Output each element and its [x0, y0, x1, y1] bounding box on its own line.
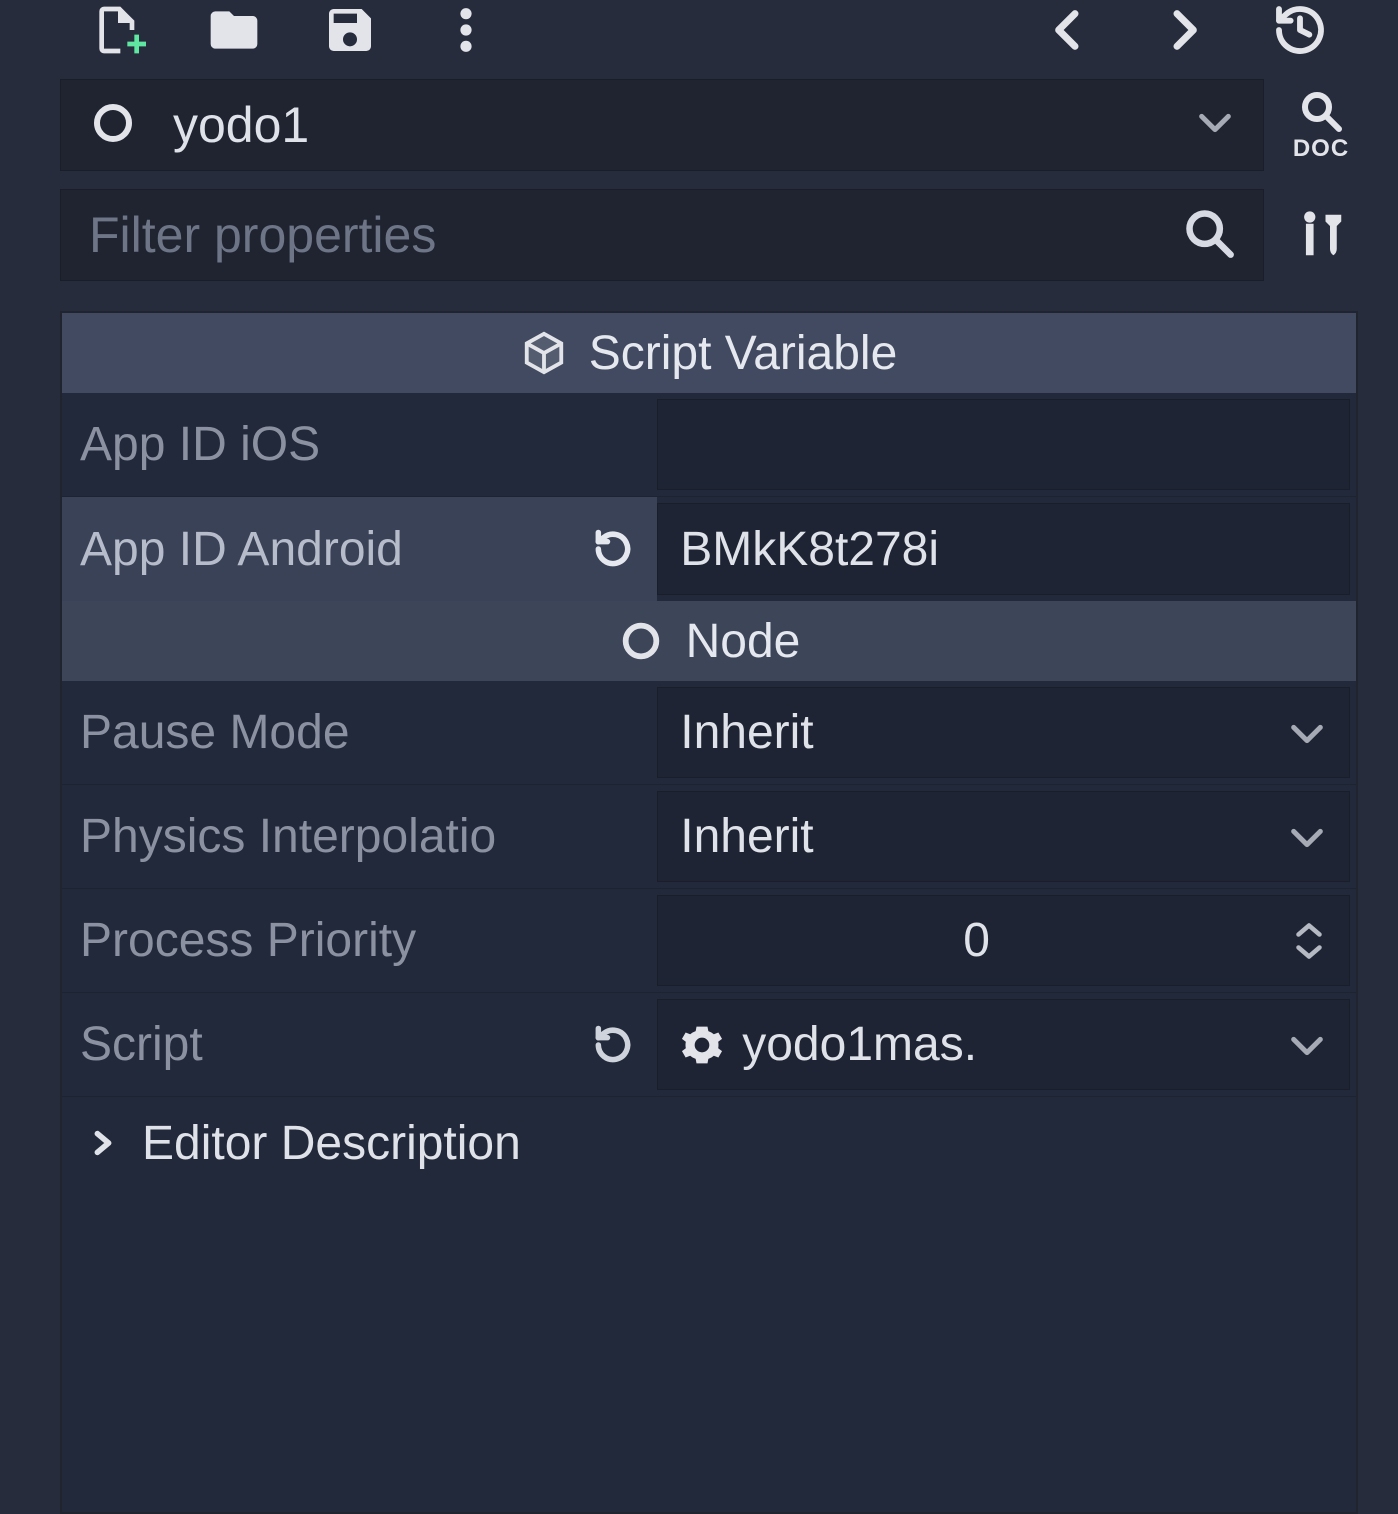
pause-mode-select[interactable]: Inherit: [657, 687, 1350, 778]
history-icon[interactable]: [1272, 2, 1328, 58]
app-id-android-field[interactable]: BMkK8t278i: [657, 503, 1350, 595]
more-icon[interactable]: [438, 2, 494, 58]
search-icon: [1183, 207, 1235, 264]
process-priority-stepper[interactable]: 0: [657, 895, 1350, 986]
node-type-icon: [89, 99, 137, 152]
section-title: Node: [686, 614, 801, 669]
section-node[interactable]: Node: [62, 601, 1356, 681]
chevron-down-icon: [1195, 109, 1235, 142]
physics-interpolation-select[interactable]: Inherit: [657, 791, 1350, 882]
chevron-down-icon: [1287, 705, 1327, 760]
expander-label: Editor Description: [142, 1116, 521, 1171]
prop-label: Physics Interpolatio: [62, 785, 657, 888]
prop-pause-mode: Pause Mode Inherit: [62, 681, 1356, 785]
prop-app-id-ios: App ID iOS: [62, 393, 1356, 497]
filter-placeholder: Filter properties: [89, 206, 1183, 264]
folder-icon[interactable]: [206, 2, 262, 58]
new-resource-icon[interactable]: [90, 2, 146, 58]
chevron-down-icon: [1287, 809, 1327, 864]
prop-label: Script: [62, 993, 657, 1096]
prop-physics-interpolation: Physics Interpolatio Inherit: [62, 785, 1356, 889]
prop-process-priority: Process Priority 0: [62, 889, 1356, 993]
doc-label: DOC: [1293, 135, 1349, 163]
prop-label: App ID Android: [62, 497, 657, 601]
reset-icon[interactable]: [591, 527, 635, 571]
section-title: Script Variable: [589, 326, 898, 381]
open-docs-button[interactable]: DOC: [1284, 79, 1358, 171]
section-script-variables[interactable]: Script Variable: [62, 313, 1356, 393]
property-tools-button[interactable]: [1284, 189, 1358, 281]
filter-row: Filter properties: [60, 189, 1358, 281]
script-select[interactable]: yodo1mas.: [657, 999, 1350, 1090]
reset-icon[interactable]: [591, 1023, 635, 1067]
prop-label: Process Priority: [62, 889, 657, 992]
spinner-icon: [1291, 920, 1327, 962]
prop-label: App ID iOS: [62, 393, 657, 496]
editor-description-expander[interactable]: Editor Description: [62, 1097, 1356, 1189]
inspector-panel: yodo1 DOC Filter properties Script Varia…: [0, 0, 1398, 1514]
node-name: yodo1: [173, 96, 1159, 154]
chevron-down-icon: [1287, 1017, 1327, 1072]
node-selector-row: yodo1 DOC: [60, 79, 1358, 171]
prop-script: Script yodo1mas.: [62, 993, 1356, 1097]
save-icon[interactable]: [322, 2, 378, 58]
forward-icon[interactable]: [1156, 2, 1212, 58]
properties-list: Script Variable App ID iOS App ID Androi…: [60, 311, 1358, 1514]
filter-input[interactable]: Filter properties: [60, 189, 1264, 281]
prop-app-id-android: App ID Android BMkK8t278i: [62, 497, 1356, 601]
back-icon[interactable]: [1040, 2, 1096, 58]
gear-icon: [680, 1023, 724, 1067]
prop-label: Pause Mode: [62, 681, 657, 784]
inspector-toolbar: [60, 0, 1358, 75]
node-selector[interactable]: yodo1: [60, 79, 1264, 171]
app-id-ios-field[interactable]: [657, 399, 1350, 490]
